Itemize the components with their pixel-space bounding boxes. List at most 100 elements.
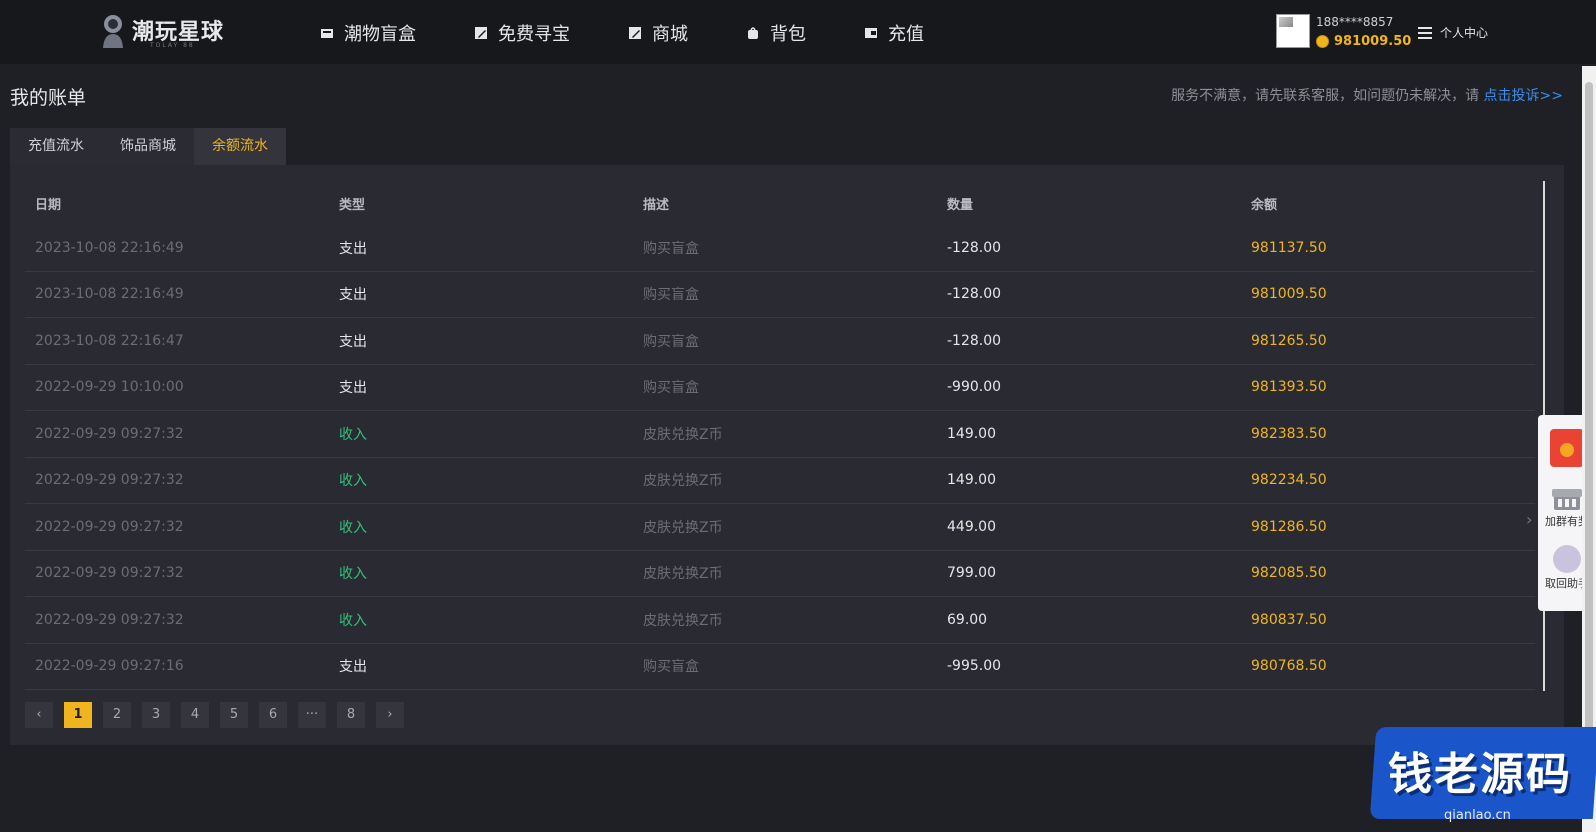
cell-date: 2023-10-08 22:16:49 <box>35 239 184 256</box>
user-phone: 188****8857 <box>1316 15 1394 29</box>
pagination: ‹ 1 2 3 4 5 6 ··· 8 › <box>25 702 404 728</box>
nav-item-blind-box[interactable]: 潮物盲盒 <box>320 20 416 46</box>
cell-desc: 购买盲盒 <box>643 333 699 350</box>
page-button-current[interactable]: 1 <box>64 702 92 728</box>
cell-type: 收入 <box>339 519 367 536</box>
cell-amount: -128.00 <box>947 239 1002 256</box>
cell-desc: 购买盲盒 <box>643 659 699 676</box>
table-row: 2022-09-29 10:10:00 支出 购买盲盒 -990.00 9813… <box>25 365 1535 411</box>
edit-icon <box>475 27 487 39</box>
share-icon <box>1553 545 1581 573</box>
bag-icon <box>748 27 758 39</box>
user-balance: 981009.50 <box>1316 34 1411 49</box>
nav-item-backpack[interactable]: 背包 <box>746 20 806 46</box>
cell-date: 2022-09-29 09:27:32 <box>35 472 184 489</box>
nav-item-mall[interactable]: 商城 <box>628 20 688 46</box>
page-button[interactable]: 8 <box>337 702 365 728</box>
bill-table: 日期 类型 描述 数量 余额 2023-10-08 22:16:49 支出 购买… <box>25 181 1535 690</box>
prev-page-button[interactable]: ‹ <box>25 702 53 728</box>
cell-type: 支出 <box>339 333 367 350</box>
cell-balance: 980768.50 <box>1251 658 1327 675</box>
list-icon <box>1418 26 1432 39</box>
table-row: 2023-10-08 22:16:49 支出 购买盲盒 -128.00 9811… <box>25 225 1535 272</box>
cell-balance: 982085.50 <box>1251 565 1327 582</box>
next-page-button[interactable]: › <box>376 702 404 728</box>
page-button[interactable]: 2 <box>103 702 131 728</box>
cell-desc: 皮肤兑换Z币 <box>643 519 723 536</box>
personal-center-label: 个人中心 <box>1440 26 1489 40</box>
complaint-notice: 服务不满意，请先联系客服，如问题仍未解决，请 点击投诉>> <box>1171 85 1563 105</box>
tab-balance-flow[interactable]: 余额流水 <box>194 128 286 165</box>
main-nav: 潮物盲盒 免费寻宝 商城 背包 充值 <box>320 20 982 46</box>
watermark-text: 钱老源码 <box>1388 749 1572 800</box>
page-scrollbar-thumb[interactable] <box>1585 82 1593 802</box>
cell-balance: 981009.50 <box>1251 286 1327 303</box>
table-row: 2022-09-29 09:27:32 收入 皮肤兑换Z币 149.00 982… <box>25 458 1535 504</box>
table-row: 2023-10-08 22:16:49 支出 购买盲盒 -128.00 9810… <box>25 272 1535 318</box>
page-button[interactable]: 5 <box>220 702 248 728</box>
edit-icon <box>629 27 641 39</box>
cell-balance: 981137.50 <box>1251 239 1327 256</box>
cell-balance: 981286.50 <box>1251 518 1327 535</box>
cell-date: 2023-10-08 22:16:49 <box>35 286 184 303</box>
logo[interactable]: 潮玩星球 TOLAY 88 <box>98 12 224 49</box>
cell-amount: 69.00 <box>947 611 988 628</box>
wallet-icon <box>865 28 877 38</box>
table-row: 2023-10-08 22:16:47 支出 购买盲盒 -128.00 9812… <box>25 318 1535 365</box>
nav-label: 背包 <box>770 24 806 45</box>
page-title: 我的账单 <box>10 87 87 109</box>
header-desc: 描述 <box>643 197 670 213</box>
balance-value: 981009.50 <box>1334 34 1412 49</box>
cell-date: 2022-09-29 09:27:32 <box>35 425 184 442</box>
top-header: 潮玩星球 TOLAY 88 潮物盲盒 免费寻宝 商城 背包 充值 188****… <box>0 0 1596 64</box>
cell-amount: 149.00 <box>947 425 996 442</box>
cell-balance: 981393.50 <box>1251 379 1327 396</box>
complaint-link[interactable]: 点击投诉>> <box>1484 88 1563 104</box>
box-icon <box>321 29 333 38</box>
nav-label: 潮物盲盒 <box>344 24 416 45</box>
bill-tabs: 充值流水 饰品商城 余额流水 <box>10 128 286 165</box>
cell-desc: 皮肤兑换Z币 <box>643 426 723 443</box>
cell-date: 2022-09-29 09:27:32 <box>35 565 184 582</box>
cell-desc: 购买盲盒 <box>643 287 699 304</box>
cell-balance: 982234.50 <box>1251 472 1327 489</box>
tab-recharge-flow[interactable]: 充值流水 <box>10 128 102 165</box>
cell-amount: -990.00 <box>947 379 1002 396</box>
table-row: 2022-09-29 09:27:32 收入 皮肤兑换Z币 799.00 982… <box>25 551 1535 597</box>
nav-label: 商城 <box>652 24 688 45</box>
header-amount: 数量 <box>947 197 974 213</box>
nav-item-free-treasure[interactable]: 免费寻宝 <box>474 20 570 46</box>
cell-date: 2022-09-29 09:27:32 <box>35 611 184 628</box>
watermark-url: qianlao.cn <box>1444 808 1511 823</box>
cell-amount: 799.00 <box>947 565 996 582</box>
cell-desc: 皮肤兑换Z币 <box>643 473 723 490</box>
table-row: 2022-09-29 09:27:32 收入 皮肤兑换Z币 69.00 9808… <box>25 597 1535 644</box>
cell-desc: 购买盲盒 <box>643 380 699 397</box>
cell-amount: 449.00 <box>947 518 996 535</box>
logo-subtext: TOLAY 88 <box>150 42 195 49</box>
cell-amount: -128.00 <box>947 332 1002 349</box>
cell-amount: -995.00 <box>947 658 1002 675</box>
tab-item-mall[interactable]: 饰品商城 <box>102 128 194 165</box>
header-balance: 余额 <box>1251 197 1278 213</box>
page-ellipsis[interactable]: ··· <box>298 702 326 728</box>
header-type: 类型 <box>339 197 366 213</box>
nav-item-recharge[interactable]: 充值 <box>864 20 924 46</box>
page-button[interactable]: 3 <box>142 702 170 728</box>
table-row: 2022-09-29 09:27:16 支出 购买盲盒 -995.00 9807… <box>25 644 1535 690</box>
coin-icon <box>1316 35 1329 48</box>
cell-balance: 981265.50 <box>1251 332 1327 349</box>
chevron-right-icon[interactable]: › <box>1526 510 1532 529</box>
page-button[interactable]: 4 <box>181 702 209 728</box>
shop-icon <box>1552 489 1582 510</box>
personal-center-link[interactable]: 个人中心 <box>1418 24 1488 41</box>
table-row: 2022-09-29 09:27:32 收入 皮肤兑换Z币 149.00 982… <box>25 411 1535 458</box>
cell-date: 2022-09-29 10:10:00 <box>35 379 184 396</box>
cell-type: 支出 <box>339 380 367 397</box>
page-button[interactable]: 6 <box>259 702 287 728</box>
cell-type: 收入 <box>339 566 367 583</box>
complaint-text: 服务不满意，请先联系客服，如问题仍未解决，请 <box>1171 88 1480 104</box>
cell-type: 收入 <box>339 426 367 443</box>
avatar[interactable] <box>1276 14 1310 48</box>
header-date: 日期 <box>35 197 62 213</box>
